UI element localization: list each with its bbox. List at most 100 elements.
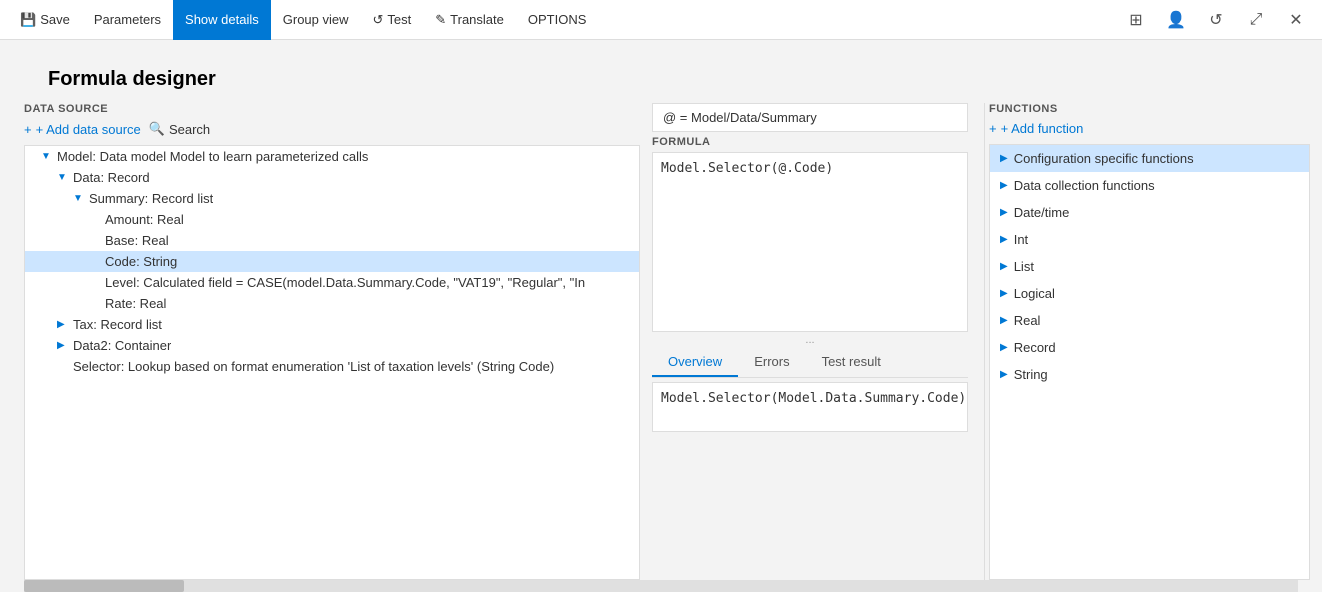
plus-icon: + bbox=[989, 121, 997, 136]
tree-item[interactable]: ▼Summary: Record list bbox=[25, 188, 639, 209]
options-button[interactable]: OPTIONS bbox=[516, 0, 599, 40]
datasource-label: DATA SOURCE bbox=[24, 103, 640, 115]
formula-panel: @ = Model/Data/Summary FORMULA Model.Sel… bbox=[640, 103, 980, 580]
tree-item-label: Tax: Record list bbox=[73, 317, 162, 332]
function-item-label: String bbox=[1014, 367, 1048, 382]
function-item-label: Date/time bbox=[1014, 205, 1070, 220]
function-expand-icon: ▶ bbox=[1000, 342, 1008, 353]
tree-item[interactable]: Rate: Real bbox=[25, 293, 639, 314]
function-item[interactable]: ▶ String bbox=[990, 361, 1309, 388]
tree-item-label: Data: Record bbox=[73, 170, 150, 185]
translate-button[interactable]: ✎ Translate bbox=[423, 0, 516, 40]
tree-item-label: Selector: Lookup based on format enumera… bbox=[73, 359, 554, 374]
test-button[interactable]: ↺ Test bbox=[361, 0, 424, 40]
test-icon: ↺ bbox=[373, 12, 384, 28]
tree-arrow-icon: ▼ bbox=[41, 151, 57, 162]
page-title: Formula designer bbox=[24, 52, 1298, 99]
function-item[interactable]: ▶ Date/time bbox=[990, 199, 1309, 226]
tree-item[interactable]: Base: Real bbox=[25, 230, 639, 251]
tree-item-label: Level: Calculated field = CASE(model.Dat… bbox=[105, 275, 585, 290]
functions-label: FUNCTIONS bbox=[989, 103, 1310, 115]
tree-item-label: Base: Real bbox=[105, 233, 169, 248]
divider bbox=[984, 103, 985, 580]
scrollbar-thumb[interactable] bbox=[24, 580, 184, 592]
tree-item[interactable]: ▶Tax: Record list bbox=[25, 314, 639, 335]
formula-label: FORMULA bbox=[652, 136, 968, 148]
function-item-label: Record bbox=[1014, 340, 1056, 355]
tree-item-label: Amount: Real bbox=[105, 212, 184, 227]
formula-expression: Model.Selector(@.Code) bbox=[661, 161, 833, 176]
tree-item[interactable]: Code: String bbox=[25, 251, 639, 272]
datasource-toolbar: + + Add data source 🔍 Search bbox=[24, 121, 640, 137]
function-item-label: Real bbox=[1014, 313, 1041, 328]
save-button[interactable]: 💾 Save bbox=[8, 0, 82, 40]
datasource-tree: ▼Model: Data model Model to learn parame… bbox=[24, 145, 640, 580]
horizontal-scrollbar[interactable] bbox=[24, 580, 1298, 592]
body-area: DATA SOURCE + + Add data source 🔍 Search… bbox=[0, 103, 1322, 580]
tree-item-label: Rate: Real bbox=[105, 296, 166, 311]
function-expand-icon: ▶ bbox=[1000, 315, 1008, 326]
functions-panel: FUNCTIONS + + Add function ▶ Configuratio… bbox=[989, 103, 1322, 580]
function-expand-icon: ▶ bbox=[1000, 288, 1008, 299]
function-item[interactable]: ▶ Configuration specific functions bbox=[990, 145, 1309, 172]
formula-result: Model.Selector(Model.Data.Summary.Code) bbox=[652, 382, 968, 432]
search-icon: 🔍 bbox=[149, 121, 165, 137]
tree-item[interactable]: Level: Calculated field = CASE(model.Dat… bbox=[25, 272, 639, 293]
titlebar: 💾 Save Parameters Show details Group vie… bbox=[0, 0, 1322, 40]
search-datasource-button[interactable]: 🔍 Search bbox=[149, 121, 210, 137]
function-expand-icon: ▶ bbox=[1000, 261, 1008, 272]
function-item[interactable]: ▶ Int bbox=[990, 226, 1309, 253]
function-expand-icon: ▶ bbox=[1000, 234, 1008, 245]
tree-item[interactable]: ▼Model: Data model Model to learn parame… bbox=[25, 146, 639, 167]
tree-item-label: Code: String bbox=[105, 254, 177, 269]
function-item[interactable]: ▶ Logical bbox=[990, 280, 1309, 307]
tree-item[interactable]: ▼Data: Record bbox=[25, 167, 639, 188]
function-item[interactable]: ▶ Record bbox=[990, 334, 1309, 361]
expand-icon-button[interactable]: ⤢ bbox=[1238, 2, 1274, 38]
formula-path: @ = Model/Data/Summary bbox=[652, 103, 968, 132]
tree-item-label: Summary: Record list bbox=[89, 191, 213, 206]
titlebar-right-controls: ⊞ 👤 ↺ ⤢ ✕ bbox=[1118, 2, 1314, 38]
function-item-label: Logical bbox=[1014, 286, 1055, 301]
plus-icon: + bbox=[24, 122, 32, 137]
tree-item[interactable]: Amount: Real bbox=[25, 209, 639, 230]
function-item-label: Data collection functions bbox=[1014, 178, 1155, 193]
tree-item-label: Data2: Container bbox=[73, 338, 171, 353]
function-expand-icon: ▶ bbox=[1000, 153, 1008, 164]
close-button[interactable]: ✕ bbox=[1278, 2, 1314, 38]
tree-item[interactable]: ▶Data2: Container bbox=[25, 335, 639, 356]
tree-arrow-icon: ▼ bbox=[57, 172, 73, 183]
tab-test_result[interactable]: Test result bbox=[806, 348, 897, 377]
translate-icon: ✎ bbox=[435, 12, 446, 28]
function-item[interactable]: ▶ Real bbox=[990, 307, 1309, 334]
tree-arrow-icon: ▼ bbox=[73, 193, 89, 204]
function-item-label: Configuration specific functions bbox=[1014, 151, 1194, 166]
tab-errors[interactable]: Errors bbox=[738, 348, 805, 377]
refresh-icon-button[interactable]: ↺ bbox=[1198, 2, 1234, 38]
main-content: Formula designer DATA SOURCE + + Add dat… bbox=[0, 40, 1322, 592]
function-expand-icon: ▶ bbox=[1000, 180, 1008, 191]
function-expand-icon: ▶ bbox=[1000, 207, 1008, 218]
show-details-button[interactable]: Show details bbox=[173, 0, 271, 40]
datasource-panel: DATA SOURCE + + Add data source 🔍 Search… bbox=[0, 103, 640, 580]
tree-item[interactable]: Selector: Lookup based on format enumera… bbox=[25, 356, 639, 377]
add-datasource-button[interactable]: + + Add data source bbox=[24, 122, 141, 137]
function-expand-icon: ▶ bbox=[1000, 369, 1008, 380]
person-icon-button[interactable]: 👤 bbox=[1158, 2, 1194, 38]
add-function-button[interactable]: + + Add function bbox=[989, 121, 1310, 136]
grid-icon-button[interactable]: ⊞ bbox=[1118, 2, 1154, 38]
save-icon: 💾 bbox=[20, 12, 36, 28]
tree-arrow-icon: ▶ bbox=[57, 340, 73, 351]
tab-overview[interactable]: Overview bbox=[652, 348, 738, 377]
function-item-label: List bbox=[1014, 259, 1034, 274]
group-view-button[interactable]: Group view bbox=[271, 0, 361, 40]
functions-list: ▶ Configuration specific functions ▶ Data c… bbox=[989, 144, 1310, 580]
function-item[interactable]: ▶ List bbox=[990, 253, 1309, 280]
tree-item-label: Model: Data model Model to learn paramet… bbox=[57, 149, 368, 164]
function-item-label: Int bbox=[1014, 232, 1028, 247]
formula-editor[interactable]: Model.Selector(@.Code) bbox=[652, 152, 968, 332]
parameters-button[interactable]: Parameters bbox=[82, 0, 173, 40]
formula-tabs: OverviewErrorsTest result bbox=[652, 348, 968, 378]
function-item[interactable]: ▶ Data collection functions bbox=[990, 172, 1309, 199]
formula-more: ... bbox=[652, 332, 968, 348]
